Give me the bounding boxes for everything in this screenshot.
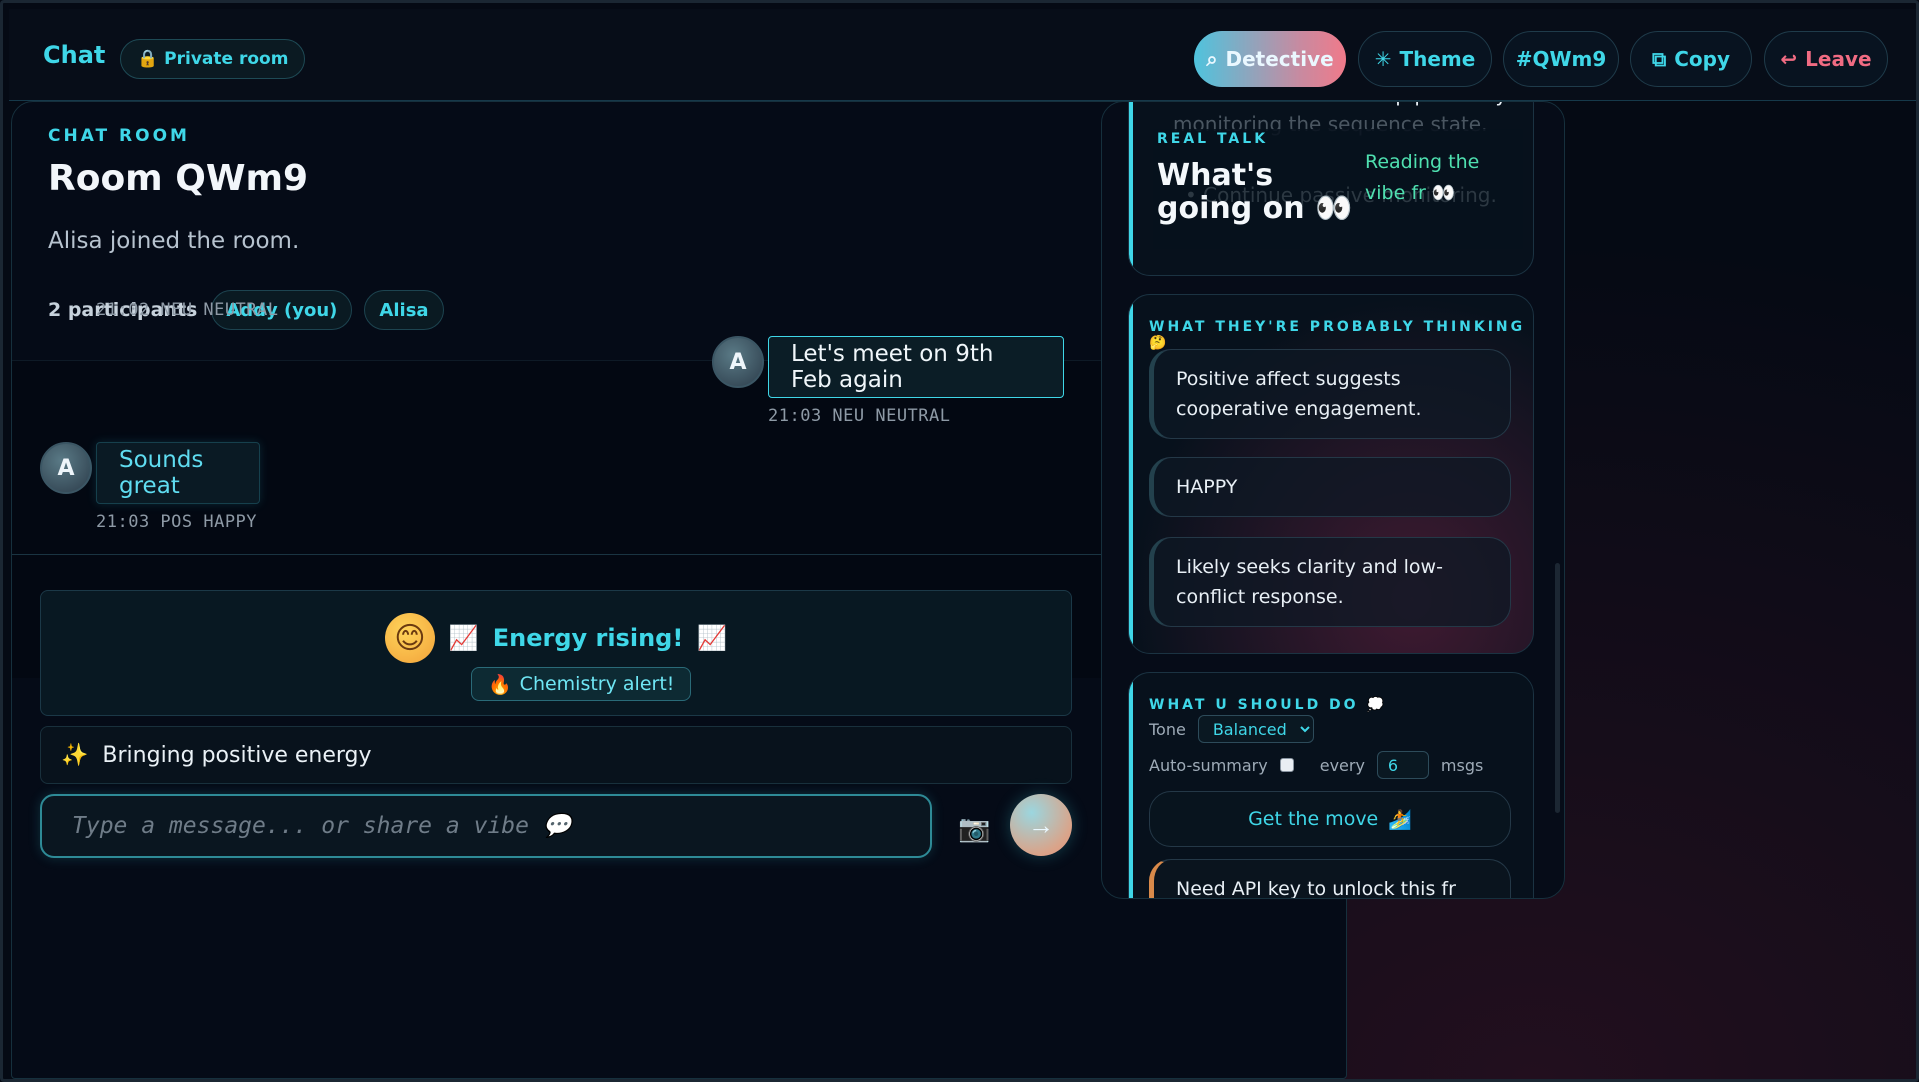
chart-up-icon: 📈 [697,624,728,652]
message-text: Let's meet on 9th Feb again [791,341,994,393]
copy-icon: ⧉ [1651,47,1667,71]
advice-card: WHAT U SHOULD DO 💭 Tone Balanced Auto-su… [1128,672,1534,898]
vibe-bar: ✨ Bringing positive energy [40,726,1072,784]
thinking-kicker: WHAT THEY'RE PROBABLY THINKING 🤔 [1149,319,1526,351]
detective-button[interactable]: ⌕ Detective [1194,31,1346,87]
tone-label: Tone [1149,719,1186,739]
thinking-item: Likely seeks clarity and low-conflict re… [1149,537,1511,627]
energy-card: 😊 📈 Energy rising! 📈 🔥 Chemistry alert! [40,590,1072,716]
real-talk-card: communication. • Keep passively monitori… [1128,102,1534,276]
message-meta: 21:03 POS HAPPY [96,512,258,532]
leave-label: Leave [1805,47,1872,71]
private-room-label: Private room [164,49,289,69]
private-room-badge: 🔒 Private room [120,39,306,79]
message-meta: 21:03 NEU NEUTRAL [768,406,951,426]
room-title: Room QWm9 [48,158,309,199]
sparkles-icon: ✨ [61,742,89,768]
insights-scrollbar[interactable] [1555,563,1560,813]
summary-interval-input[interactable] [1376,751,1429,779]
card-accent [1129,673,1133,898]
auto-summary-label: Auto-summary [1149,755,1268,775]
card-accent [1129,295,1133,653]
asterisk-icon: ✳ [1374,47,1392,71]
vibe-text: Bringing positive energy [102,742,372,768]
get-the-move-label: Get the move [1248,808,1379,830]
auto-summary-checkbox[interactable] [1279,758,1294,772]
room-code-button[interactable]: #QWm9 [1503,31,1619,87]
fire-icon: 🔥 [488,673,512,696]
lock-icon: 🔒 [137,49,159,69]
copy-label: Copy [1674,47,1731,71]
api-key-notice: Need API key to unlock this fr [1149,859,1511,898]
tone-select[interactable]: Balanced [1197,715,1314,743]
camera-icon[interactable]: 📷 [958,814,990,844]
participant-chip[interactable]: Alisa [364,290,444,330]
chemistry-badge: 🔥 Chemistry alert! [471,667,692,701]
chemistry-label: Chemistry alert! [519,673,675,695]
detective-label: Detective [1225,47,1334,71]
real-talk-status: Reading the vibe fr 👀 [1365,151,1480,204]
theme-button[interactable]: ✳ Theme [1358,31,1492,87]
send-button[interactable]: → [1010,794,1072,856]
app-frame: Chat 🔒 Private room ⌕ Detective ✳ Theme … [0,0,1919,1082]
arrow-right-icon: → [1028,809,1054,840]
summary-line: communication. • Keep passively [1173,102,1533,109]
surfer-icon: 🏄 [1388,808,1412,831]
thinking-item: HAPPY [1149,457,1511,517]
theme-label: Theme [1399,47,1476,71]
leave-button[interactable]: ↩ Leave [1764,31,1888,87]
energy-row: 😊 📈 Energy rising! 📈 [41,613,1071,663]
message-input[interactable] [40,794,932,858]
message-bubble-received: Sounds great [96,442,260,504]
tone-row: Tone Balanced [1149,715,1314,743]
search-icon: ⌕ [1206,47,1218,71]
msgs-label: msgs [1440,755,1484,775]
thinking-item: Positive affect suggests cooperative eng… [1149,349,1511,439]
avatar: A [40,442,92,494]
smile-emoji-icon: 😊 [384,613,435,663]
copy-button[interactable]: ⧉ Copy [1630,31,1752,87]
message-text: Sounds great [119,447,204,499]
insights-panel: communication. • Keep passively monitori… [1101,101,1565,899]
avatar: A [712,336,764,388]
get-the-move-button[interactable]: Get the move 🏄 [1149,791,1511,847]
chart-up-icon: 📈 [448,624,479,652]
room-status: Alisa joined the room. [48,228,300,254]
room-kicker: CHAT ROOM [48,126,190,146]
return-arrow-icon: ↩ [1780,47,1798,71]
card-accent [1129,102,1133,275]
room-code-label: #QWm9 [1515,47,1607,71]
advice-kicker: WHAT U SHOULD DO 💭 [1149,697,1387,713]
message-bubble-sent: Let's meet on 9th Feb again [768,336,1064,398]
top-bar: Chat 🔒 Private room ⌕ Detective ✳ Theme … [9,9,1916,101]
real-talk-kicker: REAL TALK [1157,131,1269,147]
thinking-card: WHAT THEY'RE PROBABLY THINKING 🤔 Positiv… [1128,294,1534,654]
auto-summary-row: Auto-summary every msgs [1149,751,1483,779]
every-label: every [1319,755,1365,775]
energy-text: Energy rising! [492,624,684,652]
real-talk-title: What's going on 👀 [1157,158,1353,226]
message-meta: 21:02 NEU NEUTRAL [96,300,279,320]
app-brand[interactable]: Chat [43,41,105,69]
